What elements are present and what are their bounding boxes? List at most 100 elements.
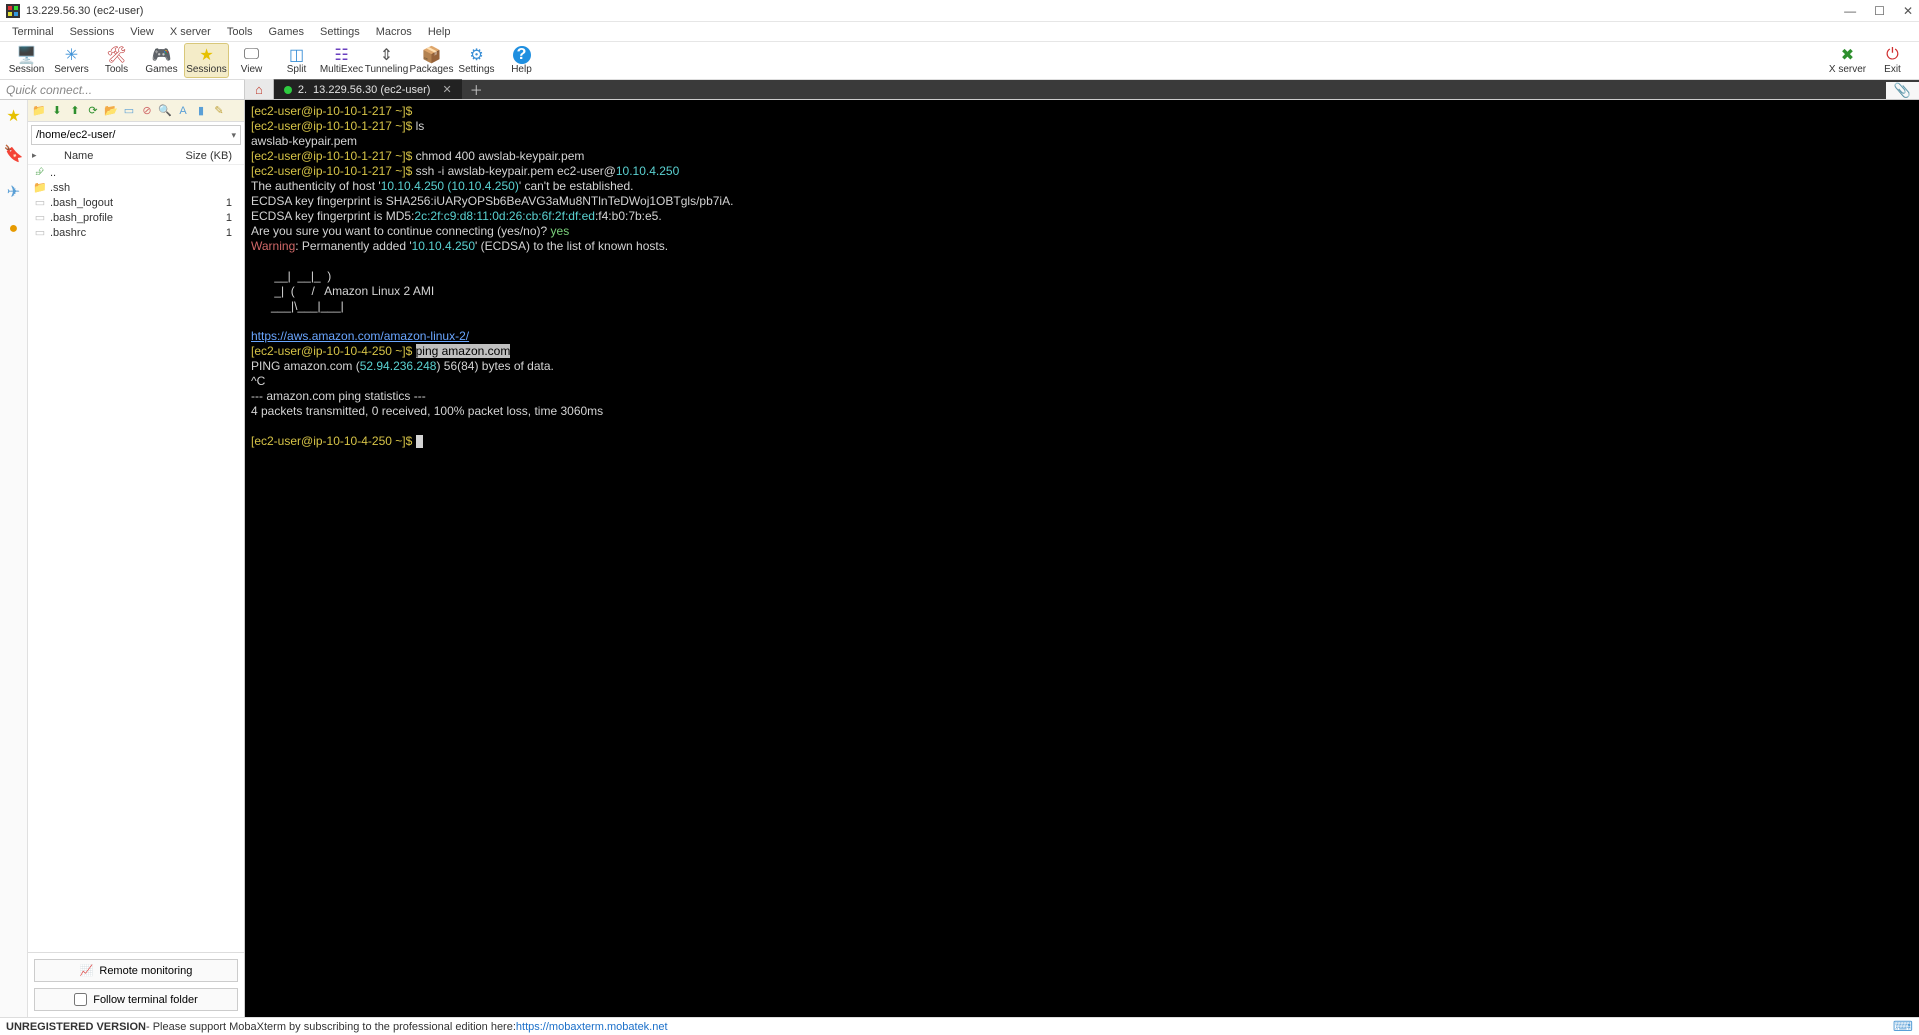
split-label: Split (287, 64, 306, 75)
edit-icon[interactable]: ✎ (212, 104, 226, 118)
file-name: .bash_profile (48, 212, 185, 224)
file-row[interactable]: ▭.bash_profile1 (28, 210, 244, 225)
find-icon[interactable]: 🔍 (158, 104, 172, 118)
app-icon (6, 4, 20, 18)
menu-games[interactable]: Games (261, 26, 312, 38)
menu-macros[interactable]: Macros (368, 26, 420, 38)
up-icon: ⮵ (32, 166, 48, 179)
session-icon: 🖥️ (17, 46, 37, 64)
menu-view[interactable]: View (122, 26, 162, 38)
tools-icon: 🛠 (106, 46, 126, 64)
status-text: - Please support MobaXterm by subscribin… (146, 1021, 516, 1033)
sidebar-icon-1[interactable]: 🔖 (4, 144, 24, 164)
toolbar-view[interactable]: 🖵View (229, 43, 274, 78)
menu-tools[interactable]: Tools (219, 26, 261, 38)
xserver-icon: ✖ (1841, 46, 1854, 64)
toolbar-settings[interactable]: ⚙Settings (454, 43, 499, 78)
tab-close-icon[interactable]: ✕ (442, 83, 451, 96)
toolbar-split[interactable]: ◫Split (274, 43, 319, 78)
file-list: ⮵..📁.ssh▭.bash_logout1▭.bash_profile1▭.b… (28, 165, 244, 952)
helpbtn-icon: ? (513, 46, 531, 64)
refresh-icon[interactable]: ⟳ (86, 104, 100, 118)
menu-sessions[interactable]: Sessions (62, 26, 123, 38)
path-dropdown-icon[interactable]: ▾ (231, 130, 236, 141)
sessions-label: Sessions (186, 64, 227, 75)
toolbar-exit[interactable]: ⏻Exit (1870, 44, 1915, 77)
newfile-icon[interactable]: ▭ (122, 104, 136, 118)
toolbar-helpbtn[interactable]: ?Help (499, 43, 544, 78)
multiexec-label: MultiExec (320, 64, 363, 75)
tunneling-label: Tunneling (365, 64, 409, 75)
toolbar-tunneling[interactable]: ⇕Tunneling (364, 43, 409, 78)
file-name: .ssh (48, 182, 185, 194)
sidebar-icon-0[interactable]: ★ (6, 106, 20, 126)
games-icon: 🎮 (152, 46, 172, 64)
file-icon: ▭ (32, 211, 48, 224)
col-name[interactable]: Name (44, 150, 185, 162)
tab-label: 13.229.56.30 (ec2-user) (313, 84, 430, 96)
file-name: .bashrc (48, 227, 185, 239)
tools-label: Tools (105, 64, 128, 75)
toolbar-multiexec[interactable]: ☷MultiExec (319, 43, 364, 78)
menubar: TerminalSessionsViewX serverToolsGamesSe… (0, 22, 1919, 42)
packages-label: Packages (410, 64, 454, 75)
terminal[interactable]: [ec2-user@ip-10-10-1-217 ~]$[ec2-user@ip… (245, 100, 1919, 1017)
newfolder-icon[interactable]: 📂 (104, 104, 118, 118)
exit-icon: ⏻ (1886, 46, 1899, 64)
file-row[interactable]: ⮵.. (28, 165, 244, 180)
servers-label: Servers (54, 64, 88, 75)
sidebar-strip: ★ 🔖 ✈ ● (0, 100, 28, 1017)
close-button[interactable]: ✕ (1903, 4, 1913, 18)
follow-terminal-toggle[interactable]: Follow terminal folder (34, 988, 238, 1011)
remote-monitoring-button[interactable]: 📈 Remote monitoring (34, 959, 238, 982)
nav-icon[interactable]: 📁 (32, 104, 46, 118)
toolbar-sessions[interactable]: ★Sessions (184, 43, 229, 78)
menu-settings[interactable]: Settings (312, 26, 368, 38)
view-icon: 🖵 (244, 46, 259, 64)
toolbar-session[interactable]: 🖥️Session (4, 43, 49, 78)
status-link[interactable]: https://mobaxterm.mobatek.net (516, 1021, 668, 1033)
menu-help[interactable]: Help (420, 26, 459, 38)
menu-x-server[interactable]: X server (162, 26, 219, 38)
tab-index: 2. (298, 84, 307, 96)
exit-label: Exit (1884, 64, 1901, 75)
attach-icon[interactable]: 📎 (1886, 82, 1919, 99)
col-size[interactable]: Size (KB) (185, 150, 240, 162)
sidebar-icon-2[interactable]: ✈ (7, 182, 20, 202)
quick-connect[interactable]: Quick connect... (0, 80, 245, 99)
path-input[interactable]: /home/ec2-user/ ▾ (31, 125, 241, 145)
toolbar-xserver[interactable]: ✖X server (1825, 44, 1870, 77)
xserver-label: X server (1829, 64, 1866, 75)
delete-icon[interactable]: ⊘ (140, 104, 154, 118)
path-text: /home/ec2-user/ (36, 129, 115, 141)
remote-monitoring-label: Remote monitoring (99, 965, 192, 977)
file-icon: ▭ (32, 226, 48, 239)
toolbar-packages[interactable]: 📦Packages (409, 43, 454, 78)
minimize-button[interactable]: — (1844, 4, 1856, 18)
file-row[interactable]: ▭.bash_logout1 (28, 195, 244, 210)
home-tab[interactable]: ⌂ (245, 79, 274, 99)
file-row[interactable]: ▭.bashrc1 (28, 225, 244, 240)
menu-terminal[interactable]: Terminal (4, 26, 62, 38)
settings-label: Settings (458, 64, 494, 75)
bookmark-icon[interactable]: ▮ (194, 104, 208, 118)
maximize-button[interactable]: ☐ (1874, 4, 1885, 18)
file-panel: 📁 ⬇ ⬆ ⟳ 📂 ▭ ⊘ 🔍 A ▮ ✎ /home/ec2-user/ ▾ … (28, 100, 245, 1017)
session-tab[interactable]: 2. 13.229.56.30 (ec2-user) ✕ (274, 79, 462, 99)
upload-icon[interactable]: ⬆ (68, 104, 82, 118)
toolbar-servers[interactable]: ✳Servers (49, 43, 94, 78)
file-name: .. (48, 167, 185, 179)
download-icon[interactable]: ⬇ (50, 104, 64, 118)
toolbar-tools[interactable]: 🛠Tools (94, 43, 139, 78)
new-tab-button[interactable]: ＋ (462, 80, 491, 99)
games-label: Games (145, 64, 177, 75)
file-size: 1 (185, 212, 240, 224)
file-icon: ▭ (32, 196, 48, 209)
text-icon[interactable]: A (176, 104, 190, 118)
file-row[interactable]: 📁.ssh (28, 180, 244, 195)
keyboard-icon[interactable]: ⌨ (1893, 1018, 1913, 1035)
toolbar-games[interactable]: 🎮Games (139, 43, 184, 78)
sidebar-icon-3[interactable]: ● (9, 220, 19, 238)
follow-checkbox[interactable] (74, 993, 87, 1006)
tree-toggle-icon[interactable]: ▸ (32, 150, 44, 162)
